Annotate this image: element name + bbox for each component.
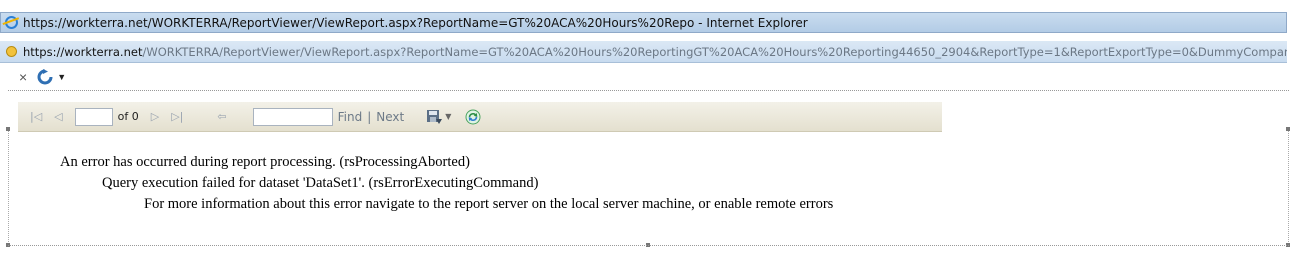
url-path[interactable]: /WORKTERRA/ReportViewer/ViewReport.aspx?… [142,45,1287,59]
dropdown-caret-icon[interactable]: ▼ [57,72,66,82]
export-dropdown-icon[interactable]: ▼ [445,112,451,121]
internet-explorer-icon [5,16,18,29]
refresh-report-icon[interactable] [465,109,481,125]
first-page-icon[interactable]: |◁ [30,110,42,123]
next-page-icon[interactable]: ▷ [151,110,159,123]
command-bar: × ▼ [0,66,1287,88]
close-icon[interactable]: × [19,69,27,85]
window-titlebar: https://workterra.net/WORKTERRA/ReportVi… [0,12,1287,33]
report-toolbar: |◁ ◁ of 0 ▷ ▷| ⇦ Find | Next ▼ [18,102,942,132]
window-title: https://workterra.net/WORKTERRA/ReportVi… [23,15,808,30]
page-number-input[interactable] [74,107,113,126]
frame-top-border [8,90,1289,91]
address-bar[interactable]: https://workterra.net/WORKTERRA/ReportVi… [0,41,1287,63]
export-save-icon[interactable] [426,109,443,125]
resize-handle[interactable] [6,127,10,131]
frame-bottom-border [8,245,1289,246]
security-icon[interactable] [6,46,17,57]
refresh-icon[interactable] [37,69,53,85]
find-next-separator: | [367,109,372,124]
error-messages: An error has occurred during report proc… [60,152,833,215]
find-text-input[interactable] [252,107,333,126]
last-page-icon[interactable]: ▷| [171,110,183,123]
resize-handle[interactable] [1286,127,1290,131]
frame-left-border [8,128,9,246]
error-line: For more information about this error na… [144,196,834,212]
find-link[interactable]: Find [338,110,363,124]
error-line: Query execution failed for dataset 'Data… [102,175,539,191]
find-next-link[interactable]: Next [376,110,404,124]
page-count-label: of 0 [117,110,139,123]
frame-right-border [1288,128,1289,246]
back-to-parent-icon[interactable]: ⇦ [217,110,226,123]
url-host[interactable]: https://workterra.net [23,45,142,59]
error-line: An error has occurred during report proc… [60,154,470,170]
previous-page-icon[interactable]: ◁ [54,110,62,123]
